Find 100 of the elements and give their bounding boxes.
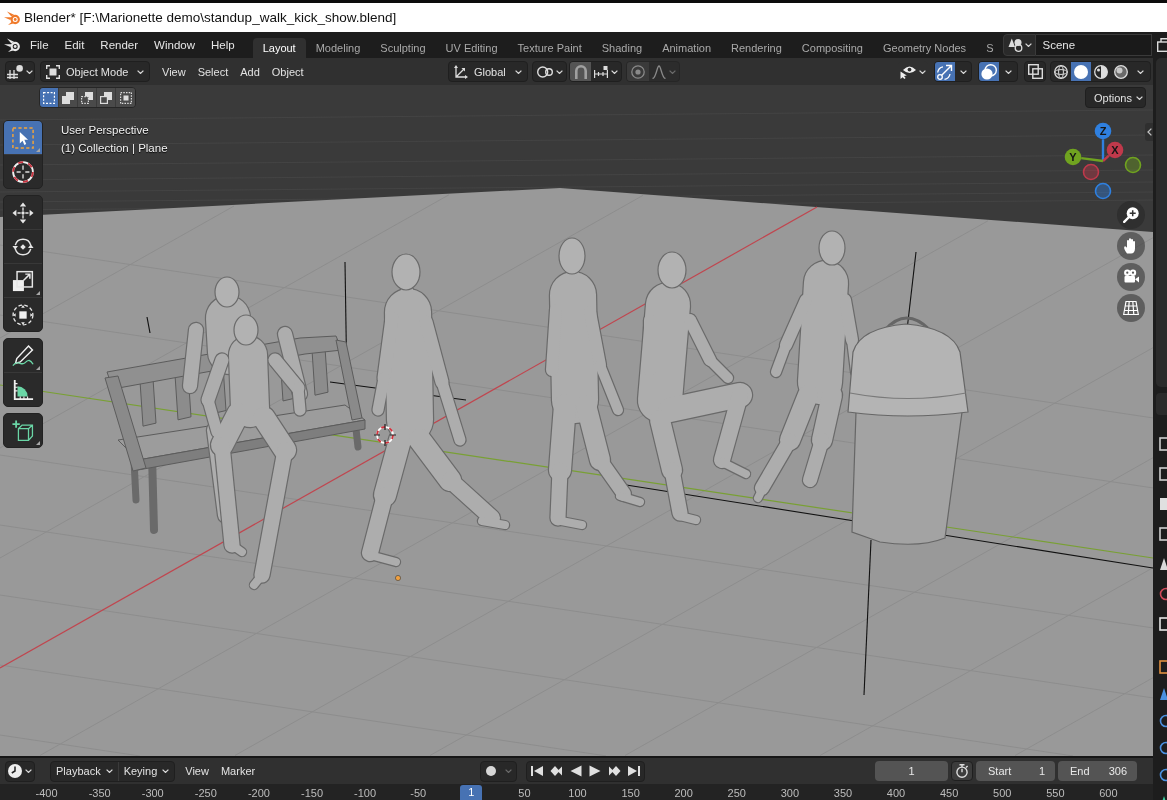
stopwatch-button[interactable] [951, 761, 973, 781]
menu-item[interactable]: Render [92, 35, 147, 55]
workspace-tab[interactable]: Modeling [305, 38, 371, 58]
pivot-dropdown[interactable] [532, 61, 567, 82]
scene-name-field[interactable]: Scene [1036, 34, 1153, 56]
selection-mode-button[interactable] [78, 88, 97, 107]
tab-icon [1159, 467, 1167, 481]
caret-icon [26, 69, 33, 74]
frame-number: -350 [88, 786, 111, 800]
tool-button[interactable] [4, 121, 42, 155]
menu-item[interactable]: Window [146, 35, 203, 55]
axis-handle[interactable]: Y [1064, 148, 1082, 166]
frame-number: -200 [247, 786, 270, 800]
sidebar-toggle-button[interactable] [1145, 123, 1153, 141]
proportional-editing-toggle[interactable] [627, 62, 649, 81]
caret-icon [105, 769, 113, 773]
negative-axis-handle[interactable] [1094, 182, 1112, 200]
scene-selector-button[interactable] [1003, 34, 1037, 56]
editor-type-button[interactable] [5, 760, 35, 782]
negative-axis-handle[interactable] [1124, 156, 1142, 174]
workspace-tab[interactable]: S [976, 38, 1004, 58]
menu-item[interactable]: View [156, 61, 192, 82]
dropdown-menu[interactable]: Playback [51, 761, 118, 781]
corner-triangle-icon [36, 148, 40, 152]
axis-handle[interactable]: Z [1094, 122, 1112, 140]
zoom-button[interactable] [1117, 201, 1145, 229]
xray-toggle[interactable] [1024, 61, 1046, 82]
workspace-tab[interactable]: UV Editing [435, 38, 508, 58]
arrow-arcs-icon [937, 63, 953, 80]
frame-number: -250 [194, 786, 217, 800]
selection-mode-button[interactable] [116, 88, 135, 107]
frame-number: -300 [141, 786, 164, 800]
caret-icon [515, 69, 522, 74]
tab-icon [1159, 660, 1167, 674]
menu-item[interactable]: View [179, 760, 215, 782]
shading-mode-button[interactable] [1051, 62, 1071, 81]
editor-type-button[interactable] [5, 61, 35, 82]
tab-icon [1159, 617, 1167, 631]
negative-axis-handle[interactable] [1082, 163, 1100, 181]
perspective-toggle-button[interactable] [1117, 294, 1145, 322]
menu-item[interactable]: Object [265, 61, 310, 82]
shading-mode-button[interactable] [1071, 62, 1091, 81]
workspace-tab[interactable]: Layout [252, 38, 306, 58]
menu-item[interactable]: Edit [56, 35, 93, 55]
grid-icon [1123, 300, 1139, 316]
snap-toggle[interactable] [570, 62, 591, 81]
workspace-tab[interactable]: Sculpting [370, 38, 436, 58]
tab-icon [1159, 741, 1167, 755]
zoom-icon [1123, 207, 1139, 223]
gizmo-toggle[interactable] [935, 62, 955, 81]
workspace-tab[interactable]: Rendering [721, 38, 792, 58]
dropdown-menu[interactable]: Keying [117, 761, 175, 781]
view-name: User Perspective [61, 123, 150, 138]
end-frame-field[interactable]: End 306 [1058, 761, 1137, 781]
start-frame-field[interactable]: Start 1 [976, 761, 1055, 781]
frame-number: 450 [939, 786, 959, 800]
pan-button[interactable] [1117, 232, 1145, 260]
caret-icon [1004, 69, 1012, 74]
frame-number: -100 [354, 786, 377, 800]
tab-icon [1159, 437, 1167, 451]
caret-icon [919, 69, 926, 74]
crosshair-circle-icon [12, 160, 34, 183]
selection-mode-button[interactable] [40, 88, 59, 107]
menu-item[interactable]: File [22, 35, 57, 55]
selection-mode-button[interactable] [97, 88, 116, 107]
circle-square-icon [12, 303, 34, 326]
mode-dropdown[interactable]: Object Mode [40, 61, 150, 82]
grid-ball-icon [7, 64, 23, 79]
caret-icon [25, 769, 32, 773]
frame-number: 550 [1046, 786, 1065, 800]
menu-item[interactable]: Add [234, 61, 266, 82]
workspace-tab[interactable]: Shading [591, 38, 653, 58]
corner-triangle-icon [36, 441, 40, 445]
frame-number: 400 [886, 786, 906, 800]
offset-squares-icon [1027, 64, 1043, 79]
caret-icon [959, 69, 967, 74]
menu-item[interactable]: Marker [214, 760, 262, 782]
current-frame-field[interactable]: 1 [875, 761, 948, 781]
menu-item[interactable]: Help [203, 35, 243, 55]
menu-item[interactable]: Select [191, 61, 235, 82]
diamond-triangle-left-icon [550, 765, 563, 777]
clock-icon [8, 764, 22, 778]
workspace-tab[interactable]: Animation [652, 38, 722, 58]
tab-icon [1159, 497, 1167, 511]
shading-mode-button[interactable] [1091, 62, 1111, 81]
workspace-tab[interactable]: Texture Paint [507, 38, 592, 58]
3d-cursor-marker [373, 423, 397, 447]
camera-view-button[interactable] [1117, 263, 1145, 291]
orientation-dropdown[interactable]: Global [448, 61, 528, 82]
workspace-tab[interactable]: Compositing [791, 38, 873, 58]
caret-icon [555, 69, 563, 74]
current-frame-marker[interactable]: 1 [460, 785, 483, 800]
workspace-tab[interactable]: Geometry Nodes [872, 38, 977, 58]
shading-mode-button[interactable] [1111, 62, 1131, 81]
overlay-toggle[interactable] [979, 62, 999, 81]
solid-circle-icon [1074, 64, 1088, 79]
caret-icon [1135, 95, 1143, 100]
selection-mode-button[interactable] [59, 88, 78, 107]
options-dropdown[interactable]: Options [1085, 87, 1146, 108]
object-mode-icon [46, 64, 60, 79]
